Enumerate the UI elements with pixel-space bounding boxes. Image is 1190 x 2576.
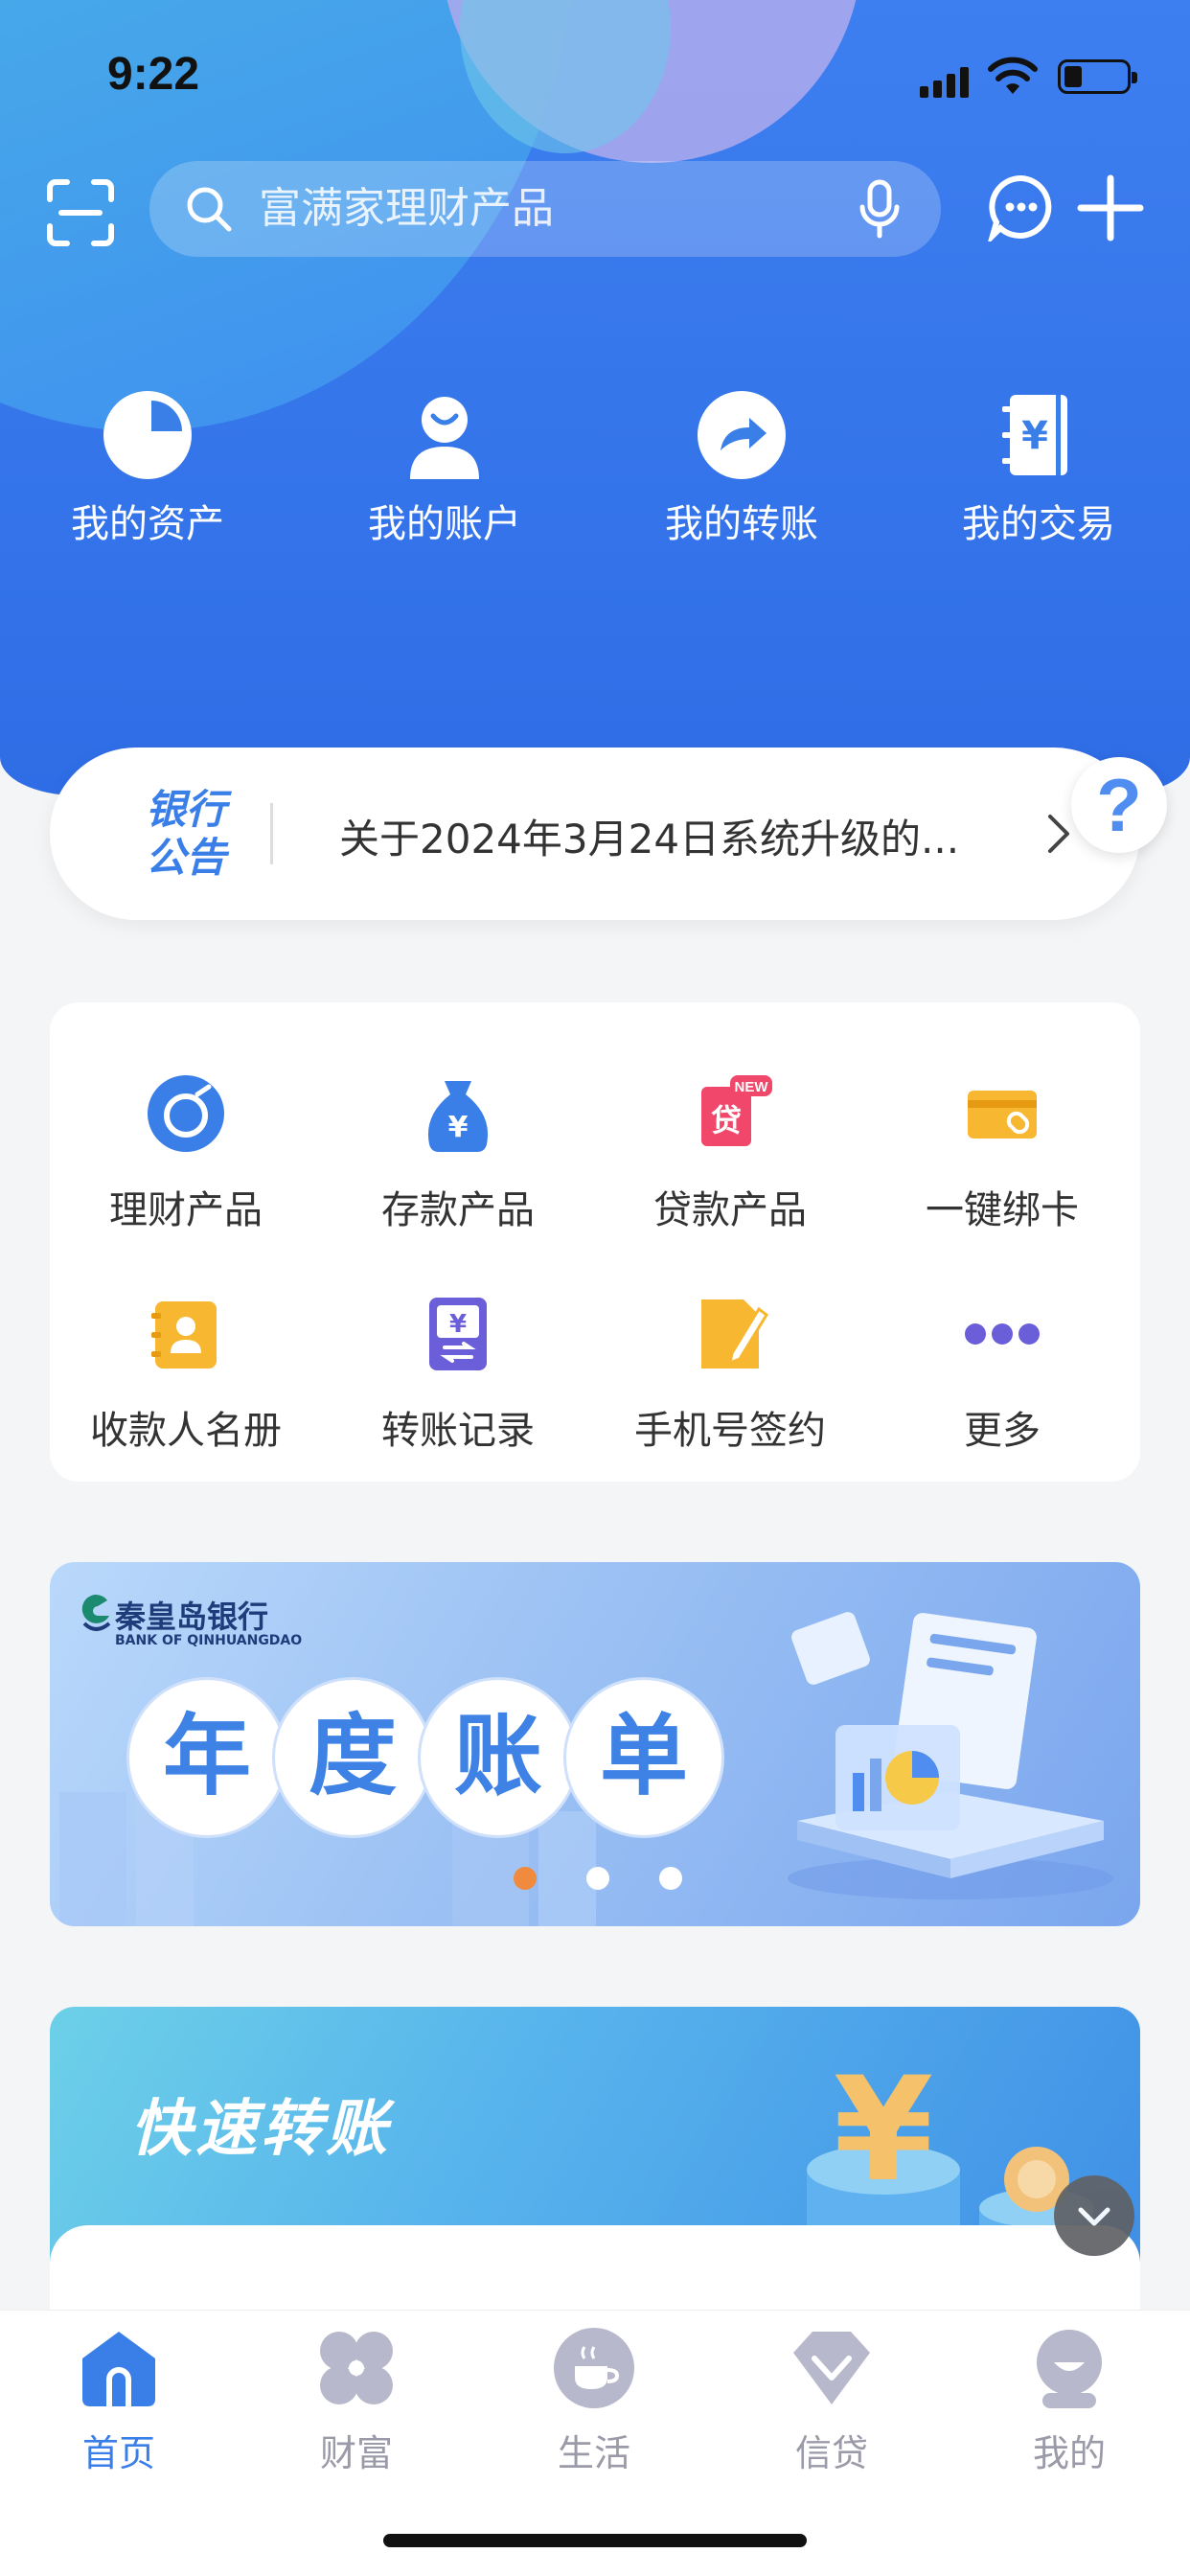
diamond-icon — [793, 2332, 870, 2404]
svg-text:贷: 贷 — [711, 1102, 742, 1138]
function-phone-sign[interactable]: 手机号签约 — [594, 1286, 866, 1455]
pie-chart-icon — [103, 391, 192, 479]
function-more[interactable]: 更多 — [866, 1286, 1138, 1455]
tab-label: 首页 — [81, 2432, 155, 2474]
search-input[interactable]: 富满家理财产品 — [149, 161, 941, 257]
loan-icon: 贷 NEW — [701, 1075, 772, 1146]
scan-icon[interactable] — [46, 178, 115, 247]
status-time: 9:22 — [107, 49, 200, 100]
function-label: 贷款产品 — [653, 1188, 807, 1232]
bank-name-en: BANK OF QINHUANGDAO — [115, 1633, 303, 1648]
pagination-dot[interactable] — [586, 1867, 609, 1890]
tab-wealth[interactable]: 财富 — [238, 2324, 475, 2476]
quick-entry-trade[interactable]: ¥ 我的交易 — [895, 387, 1182, 548]
function-label: 存款产品 — [381, 1188, 535, 1232]
banner-char: 单 — [563, 1677, 724, 1838]
tab-credit[interactable]: 信贷 — [713, 2324, 950, 2476]
banner-char: 度 — [272, 1677, 433, 1838]
payee-book-icon — [151, 1301, 217, 1368]
divider — [270, 803, 273, 864]
help-icon: ? — [1096, 763, 1142, 847]
wealth-clover-icon — [320, 2332, 393, 2404]
tab-life[interactable]: 生活 — [475, 2324, 713, 2476]
function-bind-card[interactable]: 一键绑卡 — [866, 1066, 1138, 1234]
tab-home[interactable]: 首页 — [0, 2324, 238, 2476]
yuan-notebook-icon: ¥ — [1002, 395, 1067, 475]
status-bar: 9:22 — [0, 0, 1190, 144]
quick-entry-account[interactable]: 我的账户 — [301, 387, 588, 548]
quick-entry-label: 我的账户 — [368, 502, 521, 546]
notice-tag: 银行 公告 — [146, 786, 227, 881]
svg-text:¥: ¥ — [448, 1111, 469, 1144]
function-label: 更多 — [964, 1409, 1041, 1453]
pagination-dot[interactable] — [659, 1867, 682, 1890]
search-placeholder: 富满家理财产品 — [259, 184, 554, 233]
function-payee-book[interactable]: 收款人名册 — [50, 1286, 322, 1455]
wifi-icon — [988, 57, 1038, 94]
chevron-right-icon — [1048, 815, 1069, 853]
function-deposit-products[interactable]: ¥ 存款产品 — [322, 1066, 594, 1234]
svg-text:¥: ¥ — [1021, 414, 1048, 458]
message-icon[interactable] — [987, 172, 1056, 242]
pagination-dot[interactable] — [514, 1867, 537, 1890]
quick-entry-label: 我的交易 — [962, 502, 1115, 546]
home-icon — [82, 2332, 155, 2406]
microphone-icon[interactable] — [858, 178, 901, 240]
function-wealth-products[interactable]: 理财产品 — [50, 1066, 322, 1234]
svg-text:NEW: NEW — [735, 1079, 769, 1095]
function-transfer-record[interactable]: ¥ 转账记录 — [322, 1286, 594, 1455]
function-label: 一键绑卡 — [926, 1188, 1079, 1232]
bank-logo-icon — [81, 1594, 111, 1631]
function-grid: 理财产品 ¥ 存款产品 贷 NEW 贷款产品 一键绑卡 收款人名册 ¥ 转账记录… — [50, 1002, 1140, 1482]
chevron-down-icon — [1078, 2207, 1110, 2226]
banner-char: 账 — [418, 1677, 579, 1838]
home-indicator — [383, 2534, 807, 2547]
tab-label: 生活 — [557, 2432, 630, 2474]
add-icon[interactable] — [1077, 174, 1144, 242]
transfer-record-icon: ¥ — [429, 1298, 487, 1370]
transfer-arrow-icon — [698, 391, 786, 479]
collapse-button[interactable] — [1054, 2175, 1134, 2256]
quick-transfer-title: 快速转账 — [130, 2094, 391, 2165]
bank-notice-bar[interactable]: 银行 公告 关于2024年3月24日系统升级的... — [50, 748, 1140, 920]
function-loan-products[interactable]: 贷 NEW 贷款产品 — [594, 1066, 866, 1234]
banner-char: 年 — [126, 1677, 287, 1838]
cellular-signal-icon — [920, 65, 970, 98]
svg-text:¥: ¥ — [834, 2047, 933, 2214]
wealth-product-icon — [148, 1075, 224, 1152]
quick-entry-label: 我的资产 — [71, 502, 224, 546]
function-label: 手机号签约 — [634, 1409, 826, 1453]
coffee-icon — [554, 2328, 634, 2408]
tab-label: 信贷 — [794, 2432, 868, 2474]
notice-text: 关于2024年3月24日系统升级的... — [339, 816, 960, 862]
profile-icon — [1037, 2330, 1102, 2408]
more-dots-icon — [965, 1323, 1040, 1345]
banner-pagination — [514, 1867, 732, 1894]
tab-label: 财富 — [319, 2432, 393, 2474]
bank-name: 秦皇岛银行 — [115, 1598, 269, 1635]
function-label: 理财产品 — [109, 1188, 263, 1232]
tab-mine[interactable]: 我的 — [950, 2324, 1188, 2476]
quick-entry-transfer[interactable]: 我的转账 — [598, 387, 885, 548]
battery-icon — [1058, 59, 1137, 94]
search-icon — [187, 187, 232, 232]
quick-entry-label: 我的转账 — [665, 502, 818, 546]
report-illustration — [788, 1612, 1113, 1899]
function-label: 转账记录 — [381, 1409, 535, 1453]
user-icon — [410, 397, 479, 479]
svg-text:¥: ¥ — [449, 1310, 467, 1339]
tab-label: 我的 — [1032, 2432, 1106, 2474]
quick-entry-assets[interactable]: 我的资产 — [4, 387, 291, 548]
function-label: 收款人名册 — [90, 1409, 282, 1453]
bind-card-icon — [968, 1091, 1037, 1138]
phone-sign-icon — [701, 1300, 768, 1368]
money-bag-icon: ¥ — [427, 1081, 489, 1152]
annual-bill-banner[interactable]: 秦皇岛银行 BANK OF QINHUANGDAO 年 度 账 单 — [50, 1562, 1140, 1926]
help-button[interactable]: ? — [1071, 757, 1167, 853]
